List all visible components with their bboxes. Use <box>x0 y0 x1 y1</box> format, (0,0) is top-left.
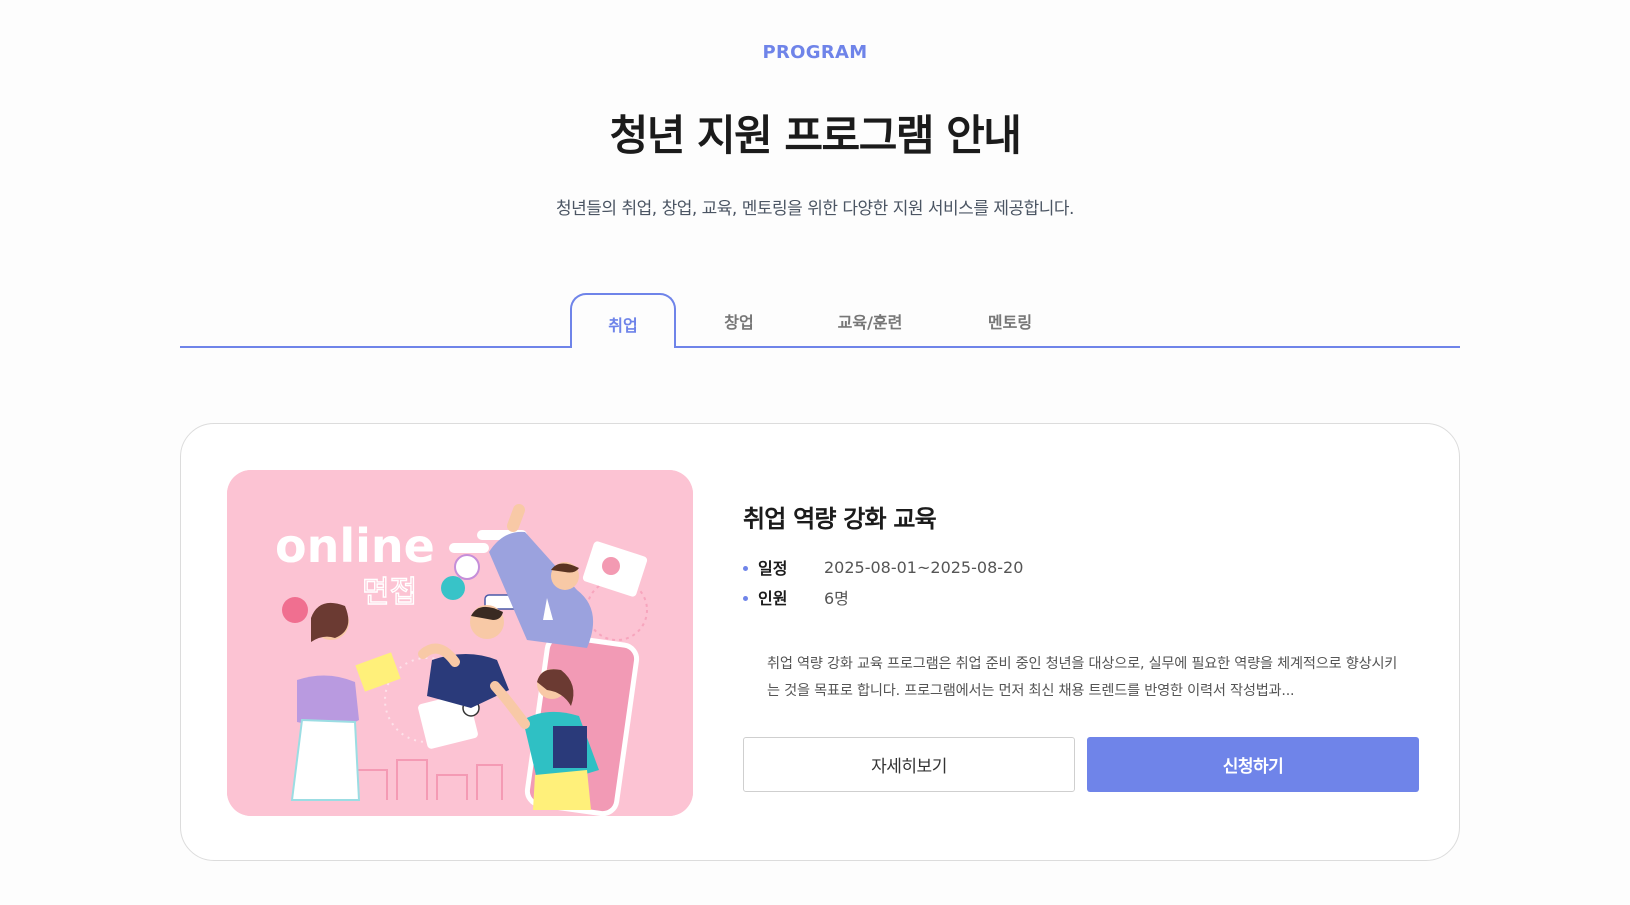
page-subtitle: 청년들의 취업, 창업, 교육, 멘토링을 위한 다양한 지원 서비스를 제공합… <box>556 199 1074 219</box>
tab-startup[interactable]: 창업 <box>700 293 778 348</box>
meta-capacity: 인원 6명 <box>743 585 849 609</box>
meta-schedule-value: 2025-08-01~2025-08-20 <box>824 557 1024 577</box>
image-text-online: online <box>275 519 435 573</box>
bullet-icon <box>743 566 748 571</box>
tab-education[interactable]: 교육/훈련 <box>820 293 920 348</box>
program-card: online 면접 취업 역량 강화 교육 일정 2025-08-01~2025… <box>180 423 1460 861</box>
meta-schedule-label: 일정 <box>758 559 788 578</box>
program-description: 취업 역량 강화 교육 프로그램은 취업 준비 중인 청년을 대상으로, 실무에… <box>767 656 1398 699</box>
apply-button[interactable]: 신청하기 <box>1087 737 1419 792</box>
section-eyebrow: PROGRAM <box>762 42 868 63</box>
meta-capacity-value: 6명 <box>824 589 849 608</box>
program-title: 취업 역량 강화 교육 <box>743 505 937 533</box>
meta-capacity-label: 인원 <box>758 589 788 608</box>
tab-mentoring[interactable]: 멘토링 <box>970 293 1050 348</box>
bullet-icon <box>743 596 748 601</box>
view-details-button[interactable]: 자세히보기 <box>743 737 1075 792</box>
program-image: online 면접 <box>227 470 693 816</box>
page-title: 청년 지원 프로그램 안내 <box>609 111 1022 160</box>
image-text-interview: 면접 <box>362 575 417 610</box>
tab-employment[interactable]: 취업 <box>570 293 676 348</box>
program-section: PROGRAM 청년 지원 프로그램 안내 청년들의 취업, 창업, 교육, 멘… <box>0 0 1630 905</box>
meta-schedule: 일정 2025-08-01~2025-08-20 <box>743 555 1023 579</box>
